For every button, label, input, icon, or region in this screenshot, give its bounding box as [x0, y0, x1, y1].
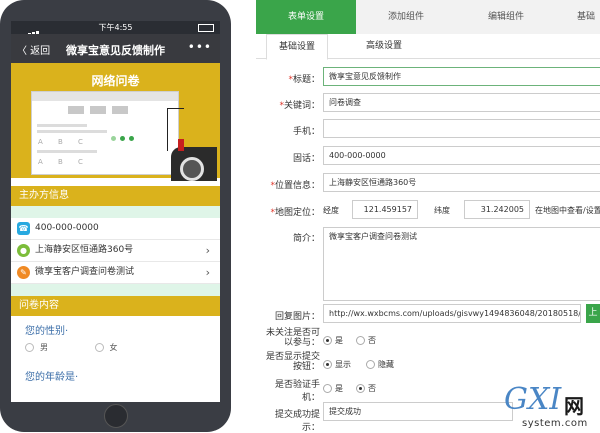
mock-option: C [78, 138, 83, 146]
option-female[interactable]: 女 [94, 342, 118, 353]
mobile-label: 手机： [292, 127, 320, 137]
sub-tabs: 基础设置 高级设置 [256, 34, 600, 60]
contact-row-survey[interactable]: ✎ 微享宝客户调查问卷测试 › [11, 262, 220, 284]
question-options: 男 女 [11, 340, 220, 362]
phone-screen: 下午4:55 〈 返回 微享宝意见反馈制作 ••• 网络问卷 A B C A B… [11, 21, 220, 402]
title-label: *标题： [288, 75, 320, 85]
watermark-brand: GXI [504, 382, 562, 417]
more-menu-button[interactable]: ••• [188, 40, 212, 54]
watermark-domain: system.com [522, 418, 588, 429]
contact-text: 400-000-0000 [35, 223, 99, 233]
mock-option: B [58, 138, 63, 146]
mobile-input[interactable] [323, 119, 600, 138]
intro-textarea[interactable]: 微享宝客户调查问卷测试 [323, 227, 600, 301]
carousel-dots[interactable] [111, 134, 138, 144]
keyword-input[interactable]: 问卷调查 [323, 93, 600, 112]
unfollow-option-no[interactable]: 否 [356, 335, 376, 346]
intro-label: 简介： [292, 234, 320, 244]
map-view-link[interactable]: 在地图中查看/设置 [535, 205, 600, 216]
lat-label: 纬度 [434, 206, 450, 215]
tab-form-settings[interactable]: 表单设置 [256, 0, 356, 34]
option-male[interactable]: 男 [25, 342, 48, 353]
tel-input[interactable]: 400-000-0000 [323, 146, 600, 165]
radio-checked-icon [323, 360, 332, 369]
top-tabs: 表单设置 添加组件 编辑组件 基础 [256, 0, 600, 34]
radio-checked-icon [323, 336, 332, 345]
location-input[interactable]: 上海静安区恒通路360号 [323, 173, 600, 192]
survey-banner: 网络问卷 A B C A B C [11, 63, 220, 181]
chevron-right-icon: › [205, 266, 210, 279]
survey-section-header: 问卷内容 [11, 296, 220, 316]
verify-option-yes[interactable]: 是 [323, 383, 343, 394]
banner-title: 网络问卷 [91, 74, 140, 88]
phone-icon: ☎ [17, 222, 30, 235]
status-time: 下午4:55 [98, 23, 133, 32]
lat-input[interactable]: 31.242005 [464, 200, 530, 219]
location-pin-icon: ● [17, 244, 30, 257]
map-label: *地图定位： [270, 208, 320, 218]
status-bar: 下午4:55 [11, 21, 220, 37]
show-submit-option-show[interactable]: 显示 [323, 359, 351, 370]
show-submit-option-hide[interactable]: 隐藏 [366, 359, 394, 370]
browser-illustration: A B C A B C [31, 91, 179, 175]
mock-option: C [78, 158, 83, 166]
phone-mockup: 下午4:55 〈 返回 微享宝意见反馈制作 ••• 网络问卷 A B C A B… [0, 0, 231, 432]
image-url-input[interactable]: http://wx.wxbcms.com/uploads/gisvwy14948… [323, 304, 581, 323]
mock-option: A [38, 138, 43, 146]
radio-unchecked-icon [356, 336, 365, 345]
image-label: 回复图片： [274, 312, 320, 322]
watermark-cn: 网 [564, 394, 584, 418]
tel-label: 固话： [292, 154, 320, 164]
tab-edit-component[interactable]: 编辑组件 [456, 0, 556, 34]
radio-checked-icon [356, 384, 365, 393]
subtab-advanced-settings[interactable]: 高级设置 [366, 34, 402, 58]
show-submit-label: 是否显示提交按钮： [265, 352, 320, 372]
unfollow-label: 未关注是否可以参与： [265, 328, 320, 348]
chevron-right-icon: › [205, 244, 210, 257]
question-title: 您的年龄是· [25, 372, 79, 383]
lng-label: 经度 [323, 206, 339, 215]
site-watermark-logo: GXI 网 system.com [504, 382, 600, 432]
success-message-input[interactable]: 提交成功 [323, 402, 513, 421]
contact-text: 微享宝客户调查问卷测试 [35, 267, 135, 277]
tab-add-component[interactable]: 添加组件 [356, 0, 456, 34]
battery-icon [198, 24, 214, 32]
subtab-basic-settings[interactable]: 基础设置 [266, 34, 329, 60]
success-message-label: 提交成功提示： [274, 410, 320, 433]
mock-option: B [58, 158, 63, 166]
form-settings-panel: 表单设置 添加组件 编辑组件 基础 基础设置 高级设置 *标题： 微享宝意见反馈… [256, 0, 600, 433]
organizer-section-header: 主办方信息 [11, 186, 220, 206]
mock-option: A [38, 158, 43, 166]
unfollow-option-yes[interactable]: 是 [323, 335, 343, 346]
question-title: 您的性别· [25, 326, 69, 337]
tab-basic[interactable]: 基础 [556, 0, 600, 34]
keyword-label: *关键词： [279, 101, 320, 111]
contact-row-phone[interactable]: ☎ 400-000-0000 [11, 218, 220, 240]
camera-icon [171, 139, 217, 181]
verify-option-no[interactable]: 否 [356, 383, 376, 394]
contact-row-address[interactable]: ● 上海静安区恒通路360号 › [11, 240, 220, 262]
upload-button[interactable]: 上 [586, 304, 600, 323]
lng-input[interactable]: 121.459157 [352, 200, 418, 219]
location-label: *位置信息： [270, 181, 320, 191]
home-button[interactable] [104, 404, 128, 428]
title-input[interactable]: 微享宝意见反馈制作 [323, 67, 600, 86]
signal-icon [17, 24, 43, 37]
pencil-icon: ✎ [17, 266, 30, 279]
nav-bar: 〈 返回 微享宝意见反馈制作 ••• [11, 34, 220, 63]
verify-mobile-label: 是否验证手机： [274, 380, 320, 403]
contact-text: 上海静安区恒通路360号 [35, 245, 134, 255]
radio-unchecked-icon [323, 384, 332, 393]
radio-unchecked-icon [366, 360, 375, 369]
